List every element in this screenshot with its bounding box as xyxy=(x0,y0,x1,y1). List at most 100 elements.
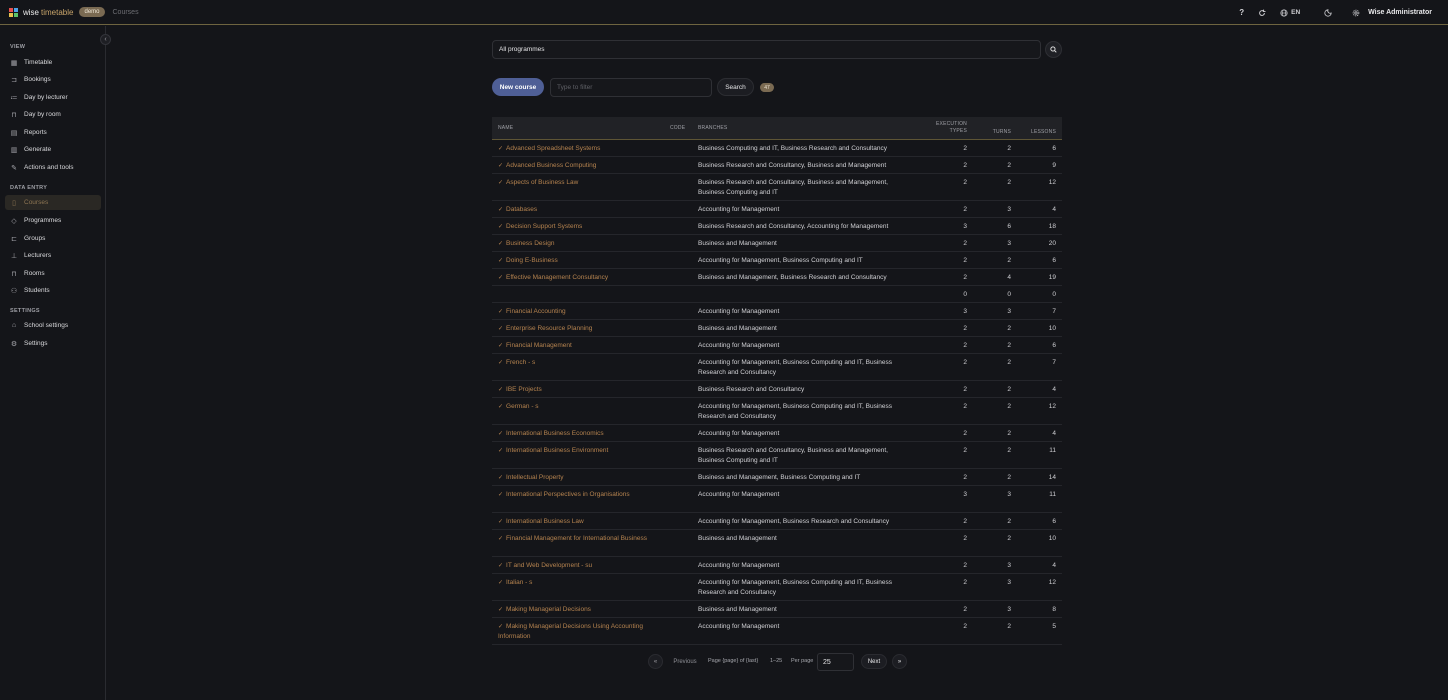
table-row[interactable]: ✓ Databases Accounting for Management 2 3 4 xyxy=(492,201,1062,218)
next-page-button[interactable]: Next xyxy=(861,654,887,669)
course-name-cell[interactable]: ✓ Effective Management Consultancy xyxy=(498,273,668,283)
table-row[interactable]: ✓ International Business Economics Account… xyxy=(492,425,1062,442)
course-name-cell[interactable]: ✓ Making Managerial Decisions Using Accou… xyxy=(498,622,668,642)
table-row[interactable]: ✓ Business Design Business and Management 2… xyxy=(492,235,1062,252)
course-name-cell[interactable]: ✓ Financial Management for International … xyxy=(498,534,668,544)
programme-search-button[interactable] xyxy=(1045,41,1062,58)
course-name-link[interactable]: IT and Web Development - su xyxy=(506,562,592,569)
course-name-cell[interactable]: ✓ French - s xyxy=(498,358,668,368)
settings-icon[interactable] xyxy=(1352,9,1360,17)
table-row[interactable]: ✓ Making Managerial Decisions Using Accou… xyxy=(492,618,1062,645)
table-row[interactable]: ✓ Financial Management for International … xyxy=(492,530,1062,557)
help-icon[interactable]: ? xyxy=(1239,8,1244,17)
table-row[interactable]: ✓ Effective Management Consultancy Busines… xyxy=(492,269,1062,286)
table-row[interactable]: ✓ Enterprise Resource Planning Business an… xyxy=(492,320,1062,337)
table-row[interactable]: ✓ Decision Support Systems Business Resear… xyxy=(492,218,1062,235)
course-name-link[interactable]: International Business Environment xyxy=(506,447,608,454)
course-name-link[interactable]: Italian - s xyxy=(506,579,532,586)
course-name-cell[interactable]: ✓ International Perspectives in Organisat… xyxy=(498,490,668,500)
sidebar-item-students[interactable]: ⚇ Students xyxy=(5,283,101,298)
first-page-button[interactable]: « xyxy=(648,654,663,669)
course-name-cell[interactable]: ✓ International Business Economics xyxy=(498,429,668,439)
course-name-link[interactable]: Aspects of Business Law xyxy=(506,179,578,186)
course-name-link[interactable]: Doing E-Business xyxy=(506,257,558,264)
course-name-link[interactable]: International Business Economics xyxy=(506,430,604,437)
course-name-cell[interactable]: ✓ Business Design xyxy=(498,239,668,249)
table-row[interactable]: ✓ International Business Environment Busin… xyxy=(492,442,1062,469)
course-name-cell[interactable]: ✓ International Business Environment xyxy=(498,446,668,456)
table-row[interactable]: ✓ IT and Web Development - su Accounting f… xyxy=(492,557,1062,574)
language-selector[interactable]: EN xyxy=(1280,8,1300,17)
table-row[interactable]: ✓ Italian - s Accounting for Management, B… xyxy=(492,574,1062,601)
column-header-name[interactable]: NAME xyxy=(498,125,513,132)
course-name-link[interactable]: Advanced Business Computing xyxy=(506,162,596,169)
course-name-link[interactable]: Enterprise Resource Planning xyxy=(506,325,592,332)
course-name-link[interactable]: Financial Management xyxy=(506,342,572,349)
course-name-cell[interactable]: ✓ Advanced Spreadsheet Systems xyxy=(498,144,668,154)
sidebar-item-courses[interactable]: ▯ Courses xyxy=(5,195,101,210)
table-row[interactable]: ✓ IBE Projects Business Research and Consu… xyxy=(492,381,1062,398)
table-row[interactable]: 0 0 0 xyxy=(492,286,1062,303)
filter-input[interactable] xyxy=(550,78,712,97)
sidebar-item-rooms[interactable]: ⊓ Rooms xyxy=(5,266,101,281)
new-course-button[interactable]: New course xyxy=(492,78,544,96)
collapse-sidebar-button[interactable]: ‹ xyxy=(100,34,111,45)
course-name-link[interactable]: Decision Support Systems xyxy=(506,223,582,230)
course-name-cell[interactable]: ✓ Databases xyxy=(498,205,668,215)
course-name-cell[interactable]: ✓ German - s xyxy=(498,402,668,412)
search-button[interactable]: Search xyxy=(717,78,754,96)
course-name-cell[interactable]: ✓ Italian - s xyxy=(498,578,668,588)
course-name-cell[interactable]: ✓ Financial Accounting xyxy=(498,307,668,317)
course-name-link[interactable]: IBE Projects xyxy=(506,386,542,393)
course-name-cell[interactable]: ✓ Doing E-Business xyxy=(498,256,668,266)
sidebar-item-settings[interactable]: ⚙ Settings xyxy=(5,336,101,351)
column-header-execution-types[interactable]: EXECUTION TYPES xyxy=(936,121,967,135)
table-row[interactable]: ✓ Doing E-Business Accounting for Manageme… xyxy=(492,252,1062,269)
course-name-cell[interactable]: ✓ International Business Law xyxy=(498,517,668,527)
course-name-cell[interactable]: ✓ Decision Support Systems xyxy=(498,222,668,232)
refresh-icon[interactable] xyxy=(1258,9,1266,17)
breadcrumb[interactable]: Courses xyxy=(113,9,139,16)
table-row[interactable]: ✓ International Business Law Accounting fo… xyxy=(492,513,1062,530)
course-name-cell[interactable]: ✓ IT and Web Development - su xyxy=(498,561,668,571)
course-name-link[interactable]: Financial Management for International B… xyxy=(506,535,647,542)
table-row[interactable]: ✓ Aspects of Business Law Business Researc… xyxy=(492,174,1062,201)
user-menu[interactable]: Wise Administrator xyxy=(1368,9,1432,16)
course-name-link[interactable]: International Perspectives in Organisati… xyxy=(506,491,630,498)
course-name-link[interactable]: Intellectual Property xyxy=(506,474,563,481)
course-name-cell[interactable]: ✓ Enterprise Resource Planning xyxy=(498,324,668,334)
sidebar-item-reports[interactable]: ▤ Reports xyxy=(5,125,101,140)
table-row[interactable]: ✓ Advanced Spreadsheet Systems Business Co… xyxy=(492,140,1062,157)
course-name-link[interactable]: French - s xyxy=(506,359,535,366)
course-name-link[interactable]: Business Design xyxy=(506,240,554,247)
course-name-cell[interactable]: ✓ Making Managerial Decisions xyxy=(498,605,668,615)
course-name-link[interactable]: Databases xyxy=(506,206,537,213)
programme-select[interactable]: All programmes xyxy=(492,40,1041,59)
sidebar-item-groups[interactable]: ⊏ Groups xyxy=(5,231,101,246)
last-page-button[interactable]: » xyxy=(892,654,907,669)
table-row[interactable]: ✓ International Perspectives in Organisat… xyxy=(492,486,1062,513)
app-logo[interactable]: wise timetable xyxy=(9,7,73,17)
table-row[interactable]: ✓ Financial Accounting Accounting for Mana… xyxy=(492,303,1062,320)
column-header-code[interactable]: CODE xyxy=(670,125,685,132)
sidebar-item-generate[interactable]: ▥ Generate xyxy=(5,142,101,157)
course-name-cell[interactable]: ✓ IBE Projects xyxy=(498,385,668,395)
sidebar-item-programmes[interactable]: ◇ Programmes xyxy=(5,213,101,228)
course-name-link[interactable]: Financial Accounting xyxy=(506,308,566,315)
course-name-link[interactable]: Making Managerial Decisions Using Accoun… xyxy=(498,623,643,640)
table-row[interactable]: ✓ Intellectual Property Business and Manag… xyxy=(492,469,1062,486)
table-row[interactable]: ✓ Making Managerial Decisions Business and… xyxy=(492,601,1062,618)
sidebar-item-lecturers[interactable]: ⊥ Lecturers xyxy=(5,248,101,263)
column-header-lessons[interactable]: LESSONS xyxy=(1031,129,1056,136)
column-header-turns[interactable]: TURNS xyxy=(993,129,1011,136)
table-row[interactable]: ✓ Advanced Business Computing Business Res… xyxy=(492,157,1062,174)
course-name-link[interactable]: Effective Management Consultancy xyxy=(506,274,608,281)
table-row[interactable]: ✓ German - s Accounting for Management, Bu… xyxy=(492,398,1062,425)
course-name-cell[interactable]: ✓ Intellectual Property xyxy=(498,473,668,483)
sidebar-item-day-by-room[interactable]: ⊓ Day by room xyxy=(5,107,101,122)
table-row[interactable]: ✓ Financial Management Accounting for Mana… xyxy=(492,337,1062,354)
course-name-link[interactable]: International Business Law xyxy=(506,518,584,525)
course-name-link[interactable]: Making Managerial Decisions xyxy=(506,606,591,613)
sidebar-item-school-settings[interactable]: ⌂ School settings xyxy=(5,318,101,333)
previous-page-button[interactable]: Previous xyxy=(668,654,702,669)
